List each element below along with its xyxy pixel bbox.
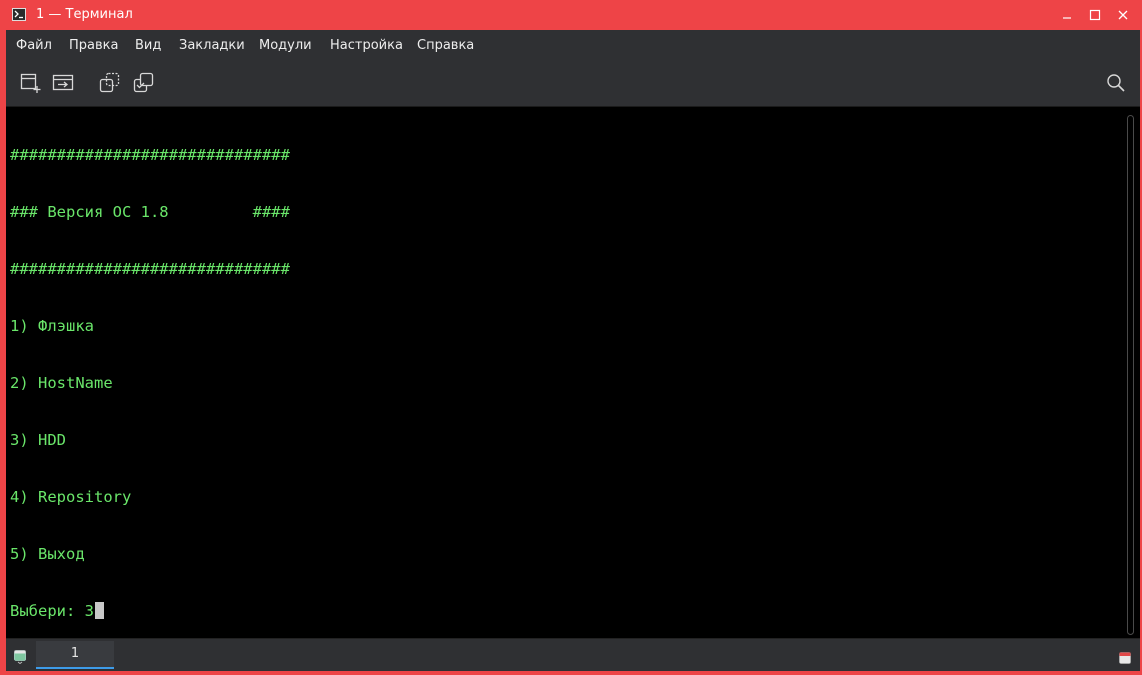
window-title: 1 — Терминал (36, 7, 133, 22)
close-icon[interactable] (1115, 7, 1131, 23)
prompt-input[interactable]: 3 (85, 602, 94, 620)
minimize-icon[interactable] (1059, 7, 1075, 23)
new-window-icon[interactable] (50, 71, 76, 95)
scrollbar[interactable] (1124, 107, 1140, 637)
tab-bar: 1 (6, 638, 1140, 671)
split-copy-icon[interactable] (96, 71, 122, 95)
menu-bar: Файл Правка Вид Закладки Модули Настройк… (6, 30, 1140, 60)
close-tab-icon[interactable] (1119, 649, 1131, 664)
title-bar[interactable]: 1 — Терминал (0, 0, 1142, 30)
terminal-line: ############################## (10, 146, 290, 164)
terminal-line: 4) Repository (10, 488, 132, 506)
terminal-line: 5) Выход (10, 545, 85, 563)
menu-plugins[interactable]: Модули (259, 38, 312, 53)
terminal-area[interactable]: ############################## ### Верси… (6, 106, 1140, 639)
prompt-text: Выбери: (10, 602, 85, 620)
prompt-line[interactable]: Выбери: 3 (10, 602, 1118, 621)
terminal-line: 2) HostName (10, 374, 113, 392)
terminal-line: ############################## (10, 260, 290, 278)
text-cursor (95, 602, 104, 619)
menu-file[interactable]: Файл (16, 38, 52, 53)
terminal-line: 3) HDD (10, 431, 66, 449)
menu-bookmarks[interactable]: Закладки (179, 38, 245, 53)
new-tab-menu-icon[interactable] (14, 649, 26, 665)
terminal-output[interactable]: ############################## ### Верси… (10, 108, 1118, 636)
search-icon[interactable] (1103, 71, 1129, 95)
terminal-line: 1) Флэшка (10, 317, 94, 335)
scrollbar-track[interactable] (1127, 115, 1134, 635)
new-tab-icon[interactable] (17, 71, 43, 95)
menu-edit[interactable]: Правка (69, 38, 118, 53)
toolbar (6, 60, 1140, 106)
menu-settings[interactable]: Настройка (330, 38, 403, 53)
menu-help[interactable]: Справка (417, 38, 474, 53)
terminal-app-icon (12, 8, 26, 21)
menu-view[interactable]: Вид (135, 38, 161, 53)
terminal-line: ### Версия ОС 1.8 #### (10, 203, 290, 221)
window-body: Файл Правка Вид Закладки Модули Настройк… (6, 30, 1140, 671)
tab-1[interactable]: 1 (36, 641, 114, 669)
terminal-window: 1 — Терминал Файл Правка Вид Закладки Мо… (0, 0, 1142, 675)
maximize-icon[interactable] (1087, 7, 1103, 23)
split-view-icon[interactable] (130, 71, 156, 95)
